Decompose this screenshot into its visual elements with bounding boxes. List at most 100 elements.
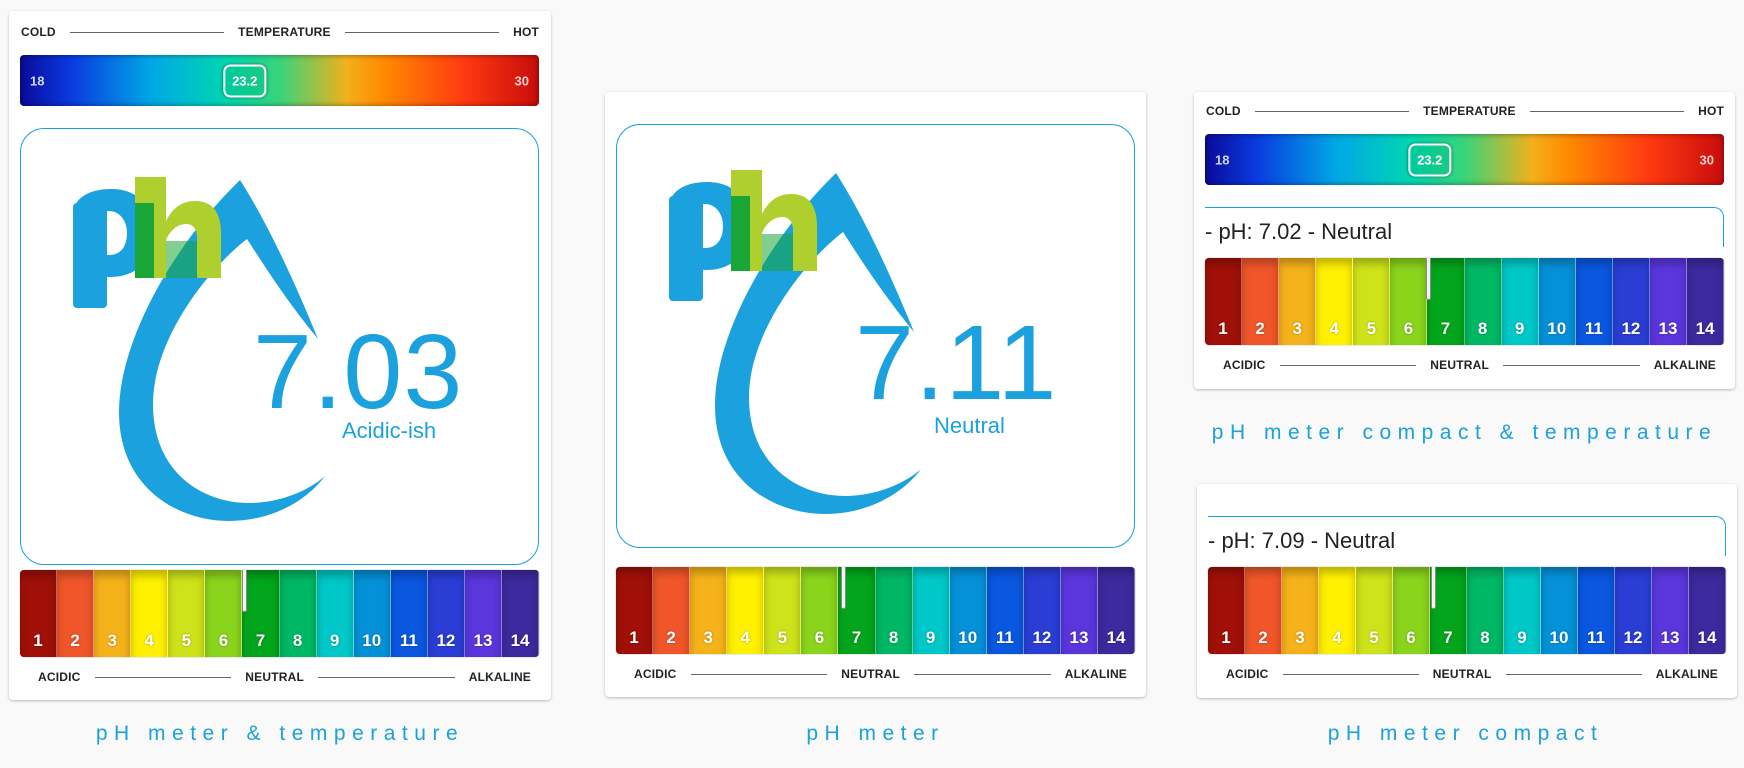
- divider: [914, 673, 1051, 675]
- alkaline-label: ALKALINE: [1653, 358, 1717, 372]
- card-caption: pH meter: [806, 722, 945, 745]
- hot-label: HOT: [1698, 104, 1725, 118]
- ph-segment: 1: [20, 570, 58, 657]
- divider: [1503, 364, 1640, 366]
- temperature-label: TEMPERATURE: [1423, 104, 1516, 118]
- ph-segment: 5: [764, 567, 802, 654]
- ph-segment: 7: [1427, 258, 1465, 345]
- ph-segment: 6: [1390, 258, 1428, 345]
- ph-segment: 10: [1538, 258, 1576, 345]
- ph-meter-card: 7.11 Neutral 1 2 3 4 5 6 7 8 9 10 11 12 13 14 ACIDIC …: [605, 92, 1146, 697]
- ph-segment: 6: [205, 570, 243, 657]
- ph-segment: 1: [1208, 567, 1245, 654]
- ph-segment: 14: [502, 570, 539, 657]
- ph-segment: 14: [1689, 567, 1726, 654]
- ph-compact-card: - pH: 7.09 - Neutral 1 2 3 4 5 6 7 8 9 10 11 12 13 14…: [1197, 484, 1737, 698]
- ph-scale-footer: ACIDIC NEUTRAL ALKALINE: [38, 667, 531, 687]
- ph-segment: 12: [1023, 567, 1061, 654]
- ph-compact-title: - pH: 7.09 - Neutral: [1208, 516, 1726, 556]
- temperature-scale-header: COLD TEMPERATURE HOT: [1206, 101, 1724, 121]
- ph-value: 7.03: [253, 313, 464, 431]
- divider: [1254, 110, 1410, 112]
- ph-segment: 5: [1353, 258, 1391, 345]
- ph-status: Acidic-ish: [342, 418, 437, 443]
- ph-segment: 8: [1467, 567, 1504, 654]
- neutral-label: NEUTRAL: [1430, 358, 1490, 372]
- temperature-max: 30: [1699, 152, 1714, 167]
- ph-segment: 3: [1282, 567, 1319, 654]
- ph-segment: 5: [168, 570, 206, 657]
- cold-label: COLD: [1206, 104, 1241, 118]
- alkaline-label: ALKALINE: [1064, 667, 1128, 681]
- card-caption: pH meter compact & temperature: [1211, 421, 1718, 444]
- ph-level-marker: [1426, 258, 1432, 300]
- ph-scale-bar: 1 2 3 4 5 6 7 8 9 10 11 12 13 14: [1208, 567, 1726, 654]
- ph-segment: 6: [801, 567, 839, 654]
- temperature-scale-header: COLD TEMPERATURE HOT: [21, 22, 539, 42]
- ph-level-marker: [1431, 567, 1437, 609]
- ph-segment: 13: [1649, 258, 1688, 345]
- ph-segment: 9: [1501, 258, 1539, 345]
- alkaline-label: ALKALINE: [1655, 667, 1719, 681]
- ph-segment: 3: [1279, 258, 1317, 345]
- hot-label: HOT: [513, 25, 540, 39]
- acidic-label: ACIDIC: [1226, 667, 1269, 681]
- ph-segment: 10: [1541, 567, 1578, 654]
- ph-scale-bar: 1 2 3 4 5 6 7 8 9 10 11 12 13 14: [616, 567, 1135, 654]
- ph-segment: 8: [1464, 258, 1502, 345]
- ph-scale-footer: ACIDIC NEUTRAL ALKALINE: [634, 664, 1127, 684]
- ph-scale-footer: ACIDIC NEUTRAL ALKALINE: [1223, 355, 1716, 375]
- divider: [344, 31, 500, 33]
- ph-segment: 14: [1098, 567, 1135, 654]
- ph-segment: 2: [57, 570, 95, 657]
- ph-segment: 3: [690, 567, 728, 654]
- ph-segment: 11: [1575, 258, 1613, 345]
- ph-segment: 8: [875, 567, 913, 654]
- ph-segment: 11: [390, 570, 428, 657]
- ph-segment: 13: [464, 570, 503, 657]
- temperature-marker: 23.2: [223, 64, 267, 97]
- temperature-max: 30: [514, 73, 529, 88]
- ph-segment: 7: [242, 570, 280, 657]
- ph-segment: 14: [1687, 258, 1724, 345]
- card-caption: pH meter compact: [1327, 722, 1604, 745]
- temperature-label: TEMPERATURE: [238, 25, 331, 39]
- divider: [1282, 673, 1419, 675]
- ph-segment: 5: [1356, 567, 1393, 654]
- divider: [318, 676, 455, 678]
- ph-segment: 9: [316, 570, 354, 657]
- temperature-marker: 23.2: [1408, 143, 1452, 176]
- ph-logo-panel: 7.03 Acidic-ish: [20, 128, 539, 565]
- ph-reading: - pH: 7.02 - Neutral: [1205, 219, 1393, 244]
- ph-segment: 1: [1205, 258, 1243, 345]
- ph-compact-temperature-card: COLD TEMPERATURE HOT 1 8 23.2 30 - pH: 7.…: [1194, 92, 1735, 389]
- ph-segment: 9: [1504, 567, 1541, 654]
- ph-segment: 2: [653, 567, 691, 654]
- ph-status: Neutral: [934, 413, 1005, 438]
- ph-value: 7.11: [855, 304, 1058, 422]
- temperature-bar: 18 23.2 30: [20, 55, 539, 106]
- cold-label: COLD: [21, 25, 56, 39]
- ph-level-marker: [840, 567, 846, 609]
- alkaline-label: ALKALINE: [468, 670, 532, 684]
- ph-compact-title: - pH: 7.02 - Neutral: [1205, 207, 1724, 247]
- ph-logo-panel: 7.11 Neutral: [616, 124, 1135, 548]
- ph-scale-footer: ACIDIC NEUTRAL ALKALINE: [1226, 664, 1718, 684]
- ph-segment: 8: [279, 570, 317, 657]
- ph-segment: 6: [1393, 567, 1430, 654]
- divider: [1505, 673, 1642, 675]
- card-caption: pH meter & temperature: [95, 722, 465, 745]
- divider: [690, 673, 828, 675]
- ph-segment: 4: [1319, 567, 1356, 654]
- ph-segment: 10: [353, 570, 391, 657]
- neutral-label: NEUTRAL: [1432, 667, 1492, 681]
- ph-segment: 2: [1245, 567, 1282, 654]
- ph-segment: 11: [986, 567, 1024, 654]
- ph-segment: 11: [1578, 567, 1615, 654]
- divider: [69, 31, 225, 33]
- ph-segment: 10: [949, 567, 987, 654]
- ph-segment: 3: [94, 570, 132, 657]
- ph-scale-bar: 1 2 3 4 5 6 7 8 9 10 11 12 13 14: [1205, 258, 1724, 345]
- acidic-label: ACIDIC: [38, 670, 81, 684]
- divider: [1279, 364, 1417, 366]
